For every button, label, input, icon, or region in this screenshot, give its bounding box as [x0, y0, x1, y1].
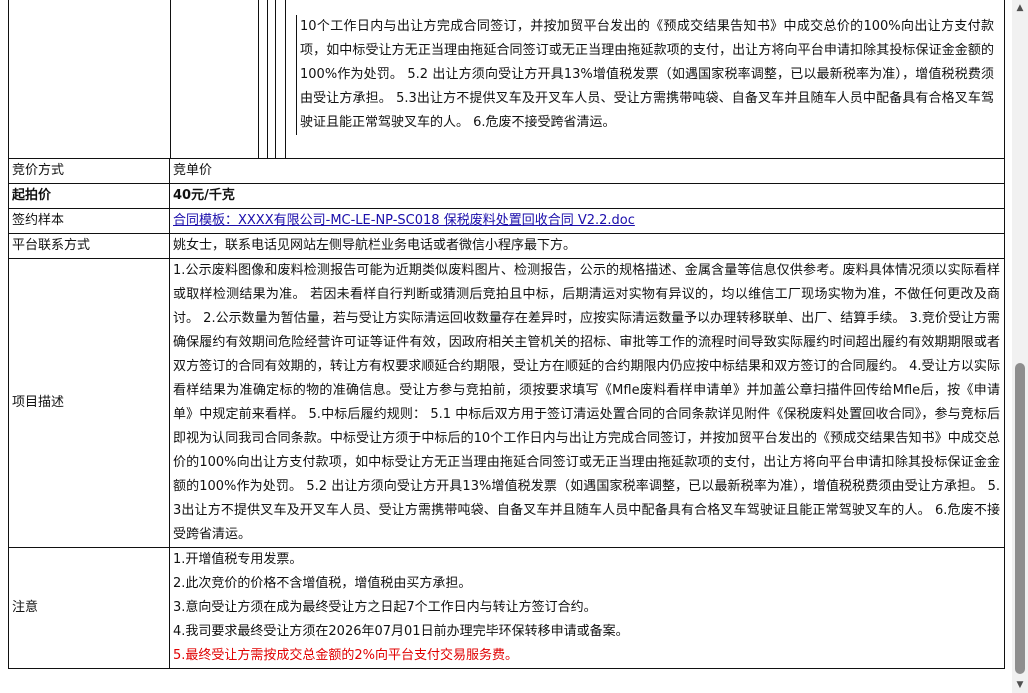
platform-contact-value: 姚女士，联系电话见网站左侧导航栏业务电话或者微信小程序最下方。 — [169, 233, 1005, 259]
notes-label: 注意 — [8, 547, 170, 669]
note-item: 1.开增值税专用发票。 — [173, 552, 303, 567]
bidding-method-value: 竞单价 — [169, 158, 1005, 184]
project-description-value: 1.公示废料图像和废料检测报告可能为近期类似废料图片、检测报告，公示的规格描述、… — [169, 258, 1005, 548]
auction-detail-table: 10个工作日内与出让方完成合同签订，并按加贸平台发出的《预成交结果告知书》中成交… — [8, 0, 1005, 669]
note-warning: 5.最终受让方需按成交总金额的2%向平台支付交易服务费。 — [173, 648, 519, 663]
top-continuation-cell: 10个工作日内与出让方完成合同签订，并按加贸平台发出的《预成交结果告知书》中成交… — [8, 0, 1005, 159]
notes-cell: 1.开增值税专用发票。 2.此次竞价的价格不含增值税，增值税由买方承担。 3.意… — [169, 547, 1005, 669]
table-row-starting-price: 起拍价 40元/千克 — [8, 183, 1005, 209]
vertical-scrollbar[interactable]: ▲ ▼ — [1012, 0, 1028, 693]
note-item: 3.意向受让方须在成为最终受让方之日起7个工作日内与转让方签订合约。 — [173, 600, 597, 615]
starting-price-label: 起拍价 — [8, 183, 170, 209]
contract-sample-cell: 合同模板：XXXX有限公司-MC-LE-NP-SC018 保税废料处置回收合同 … — [169, 208, 1005, 234]
note-item: 4.我司要求最终受让方须在2026年07月01日前办理完毕环保转移申请或备案。 — [173, 624, 629, 639]
table-row-bidding-method: 竞价方式 竞单价 — [8, 158, 1005, 184]
scroll-down-arrow-icon[interactable]: ▼ — [1012, 677, 1028, 693]
bidding-method-label: 竞价方式 — [8, 158, 170, 184]
table-row-notes: 注意 1.开增值税专用发票。 2.此次竞价的价格不含增值税，增值税由买方承担。 … — [8, 547, 1005, 669]
nested-column-dividers — [9, 0, 293, 158]
scroll-up-arrow-icon[interactable]: ▲ — [1012, 0, 1028, 16]
project-description-label: 项目描述 — [8, 258, 170, 548]
table-row-top-continuation: 10个工作日内与出让方完成合同签订，并按加贸平台发出的《预成交结果告知书》中成交… — [8, 0, 1005, 159]
table-row-project-description: 项目描述 1.公示废料图像和废料检测报告可能为近期类似废料图片、检测报告，公示的… — [8, 258, 1005, 548]
platform-contact-label: 平台联系方式 — [8, 233, 170, 259]
table-row-platform-contact: 平台联系方式 姚女士，联系电话见网站左侧导航栏业务电话或者微信小程序最下方。 — [8, 233, 1005, 259]
top-continuation-text: 10个工作日内与出让方完成合同签订，并按加贸平台发出的《预成交结果告知书》中成交… — [296, 14, 1000, 135]
contract-template-link[interactable]: 合同模板：XXXX有限公司-MC-LE-NP-SC018 保税废料处置回收合同 … — [173, 213, 635, 228]
page-viewport: 10个工作日内与出让方完成合同签订，并按加贸平台发出的《预成交结果告知书》中成交… — [0, 0, 1012, 693]
contract-sample-label: 签约样本 — [8, 208, 170, 234]
scrollbar-thumb[interactable] — [1015, 363, 1025, 674]
table-row-contract-sample: 签约样本 合同模板：XXXX有限公司-MC-LE-NP-SC018 保税废料处置… — [8, 208, 1005, 234]
starting-price-value: 40元/千克 — [169, 183, 1005, 209]
note-item: 2.此次竞价的价格不含增值税，增值税由买方承担。 — [173, 576, 472, 591]
